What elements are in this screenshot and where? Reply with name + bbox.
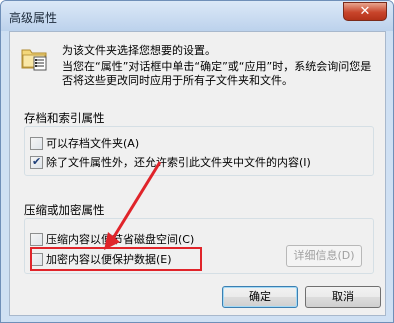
compress-checkbox[interactable]: 压缩内容以便节省磁盘空间(C) — [30, 231, 194, 247]
compress-group-title: 压缩或加密属性 — [24, 203, 105, 217]
folder-settings-icon — [21, 49, 47, 71]
intro-line-1: 为该文件夹选择您想要的设置。 — [62, 44, 216, 57]
cancel-button[interactable]: 取消 — [305, 286, 381, 308]
advanced-attributes-dialog: 高级属性 ✕ 为该文件夹选择您想要的设置。 当您在“属性”对话框中单击“确定”或… — [0, 0, 394, 323]
checkbox-unchecked[interactable] — [30, 233, 43, 246]
checkbox-label: 压缩内容以便节省磁盘空间(C) — [46, 233, 195, 246]
annotation-highlight-box — [30, 247, 202, 271]
ok-button[interactable]: 确定 — [222, 286, 298, 308]
checkbox-label: 除了文件属性外，还允许索引此文件夹中文件的内容(I) — [46, 156, 311, 169]
checkbox-label: 可以存档文件夹(A) — [46, 137, 140, 150]
close-button[interactable]: ✕ — [343, 2, 387, 21]
title-bar[interactable]: 高级属性 ✕ — [1, 1, 393, 31]
checkbox-unchecked[interactable] — [30, 137, 43, 150]
intro-line-2: 当您在“属性”对话框中单击“确定”或“应用”时，系统会询问您是否将这些更改同时应… — [62, 60, 372, 87]
details-button[interactable]: 详细信息(D) — [286, 245, 362, 267]
dialog-body: 为该文件夹选择您想要的设置。 当您在“属性”对话框中单击“确定”或“应用”时，系… — [9, 31, 386, 316]
dialog-title: 高级属性 — [9, 11, 58, 25]
archive-group-title: 存档和索引属性 — [24, 111, 105, 125]
index-content-checkbox[interactable]: 除了文件属性外，还允许索引此文件夹中文件的内容(I) — [30, 154, 311, 170]
archive-folder-checkbox[interactable]: 可以存档文件夹(A) — [30, 135, 139, 151]
checkbox-checked[interactable] — [30, 155, 43, 169]
